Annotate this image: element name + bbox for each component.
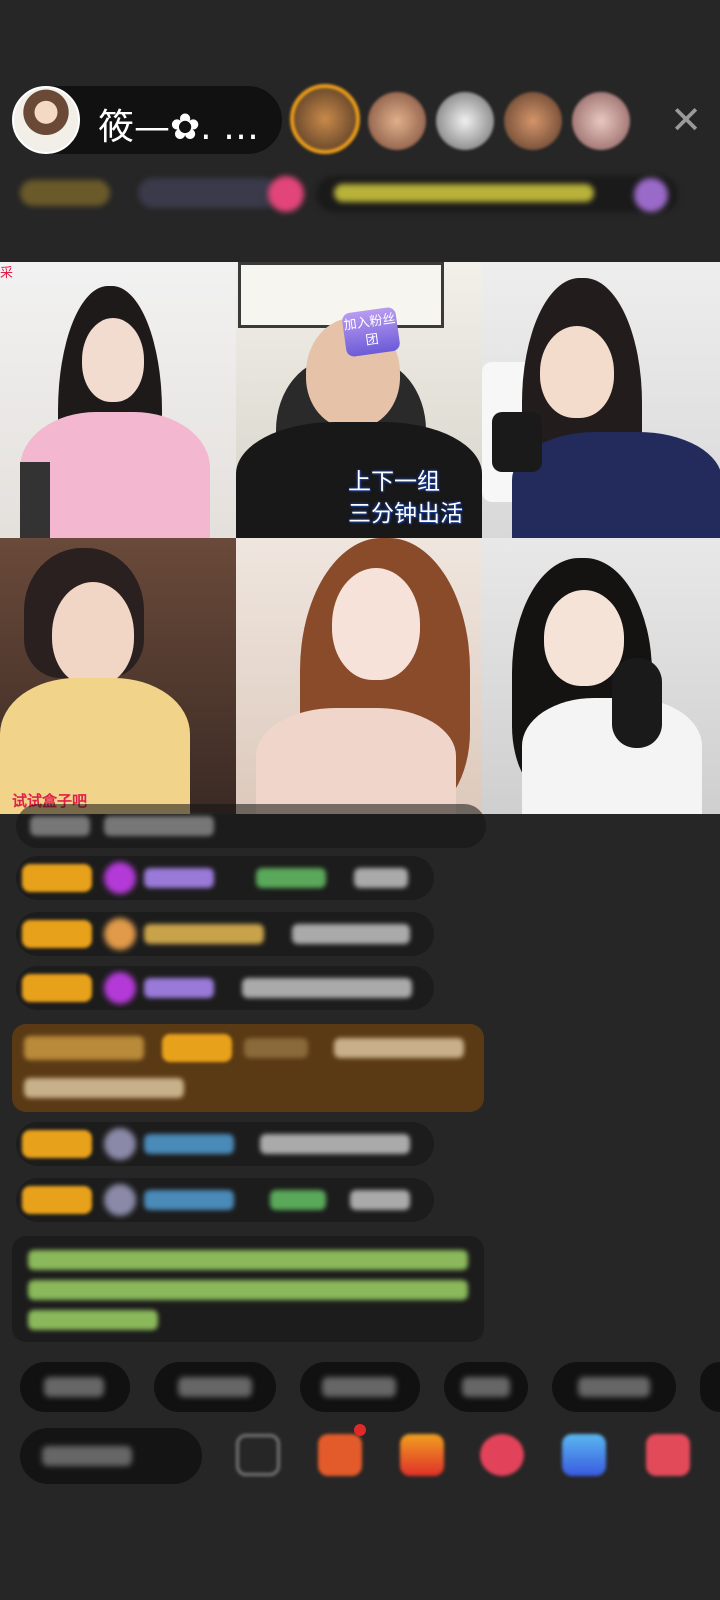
- streamer-face: [544, 590, 624, 686]
- host-name: 筱—✿. …: [98, 107, 260, 148]
- host-info-pill[interactable]: 筱—✿. …: [12, 86, 282, 154]
- streamer-body: [256, 708, 456, 814]
- host-avatar[interactable]: [12, 86, 80, 154]
- chat-text: [260, 1134, 410, 1154]
- gift-message[interactable]: [12, 1024, 484, 1112]
- user-name[interactable]: [244, 1038, 308, 1058]
- corner-label: 采: [0, 266, 14, 281]
- fan-badge[interactable]: [138, 178, 278, 208]
- chip-text: [322, 1377, 396, 1397]
- chat-text: [354, 868, 408, 888]
- user-name[interactable]: [256, 868, 326, 888]
- microphone: [612, 658, 662, 748]
- streamer-body: [512, 432, 720, 538]
- notification-dot: [354, 1424, 366, 1436]
- user-avatar: [104, 1184, 136, 1216]
- chat-message[interactable]: [16, 856, 434, 900]
- video-grid: 采 加入粉丝团 上下一组 三分钟出活 试试盒子吧: [0, 262, 720, 814]
- system-notice: [12, 1236, 484, 1342]
- viewer-avatar[interactable]: [572, 92, 630, 150]
- streamer-face: [82, 318, 144, 402]
- user-name[interactable]: [270, 1190, 326, 1210]
- gift-dot[interactable]: [268, 176, 304, 212]
- chat-message[interactable]: [16, 1122, 434, 1166]
- chat-message[interactable]: [16, 966, 434, 1010]
- heart-icon[interactable]: [480, 1434, 524, 1476]
- video-tile[interactable]: 加入粉丝团 上下一组 三分钟出活: [236, 262, 482, 538]
- close-icon[interactable]: ✕: [666, 100, 706, 140]
- video-tile[interactable]: 采: [0, 262, 236, 538]
- notice-text: [28, 1310, 158, 1330]
- quick-chip[interactable]: [20, 1362, 130, 1412]
- notice-text: [28, 1280, 468, 1300]
- user-avatar: [104, 1128, 136, 1160]
- fan-level-icon: [104, 972, 136, 1004]
- video-tile[interactable]: [236, 538, 482, 814]
- viewer-avatar[interactable]: [504, 92, 562, 150]
- quick-chip[interactable]: [700, 1362, 720, 1412]
- calligraphy-frame: [238, 262, 444, 328]
- chat-text: [350, 1190, 410, 1210]
- chat-text: [30, 816, 90, 836]
- level-badge: [22, 920, 92, 948]
- lucky-bag-icon[interactable]: [400, 1434, 444, 1476]
- quick-chip[interactable]: [300, 1362, 420, 1412]
- fan-level-icon: [104, 862, 136, 894]
- user-name[interactable]: [144, 978, 214, 998]
- input-placeholder: [42, 1446, 132, 1466]
- quick-chip[interactable]: [552, 1362, 676, 1412]
- notice-text: [28, 1250, 468, 1270]
- quick-chip[interactable]: [444, 1362, 528, 1412]
- level-badge: [22, 974, 92, 1002]
- video-tile[interactable]: 试试盒子吧: [0, 538, 236, 814]
- chip-text: [44, 1377, 104, 1397]
- user-name[interactable]: [144, 868, 214, 888]
- fan-level-icon: [104, 918, 136, 950]
- video-tile[interactable]: [482, 538, 720, 814]
- chair: [20, 462, 50, 538]
- user-name[interactable]: [144, 924, 264, 944]
- streamer-face: [540, 326, 614, 418]
- chat-text: [292, 924, 410, 944]
- chat-text: [334, 1038, 464, 1058]
- level-badge: [22, 1130, 92, 1158]
- more-icon[interactable]: [646, 1434, 690, 1476]
- streamer-face: [332, 568, 420, 680]
- chat-message[interactable]: [16, 1178, 434, 1222]
- face-icon[interactable]: [236, 1434, 280, 1476]
- user-name[interactable]: [144, 1190, 234, 1210]
- microphone: [492, 412, 542, 472]
- chip-text: [178, 1377, 252, 1397]
- tag-row[interactable]: [20, 172, 692, 216]
- gift-box-icon[interactable]: [318, 1434, 362, 1476]
- chip-text: [578, 1377, 650, 1397]
- caption-line: 上下一组: [348, 469, 440, 495]
- chat-message[interactable]: [16, 912, 434, 956]
- streamer-face: [52, 582, 134, 686]
- level-badge: [22, 864, 92, 892]
- fan-club-badge[interactable]: 加入粉丝团: [341, 306, 401, 358]
- quick-chip[interactable]: [154, 1362, 276, 1412]
- chat-input[interactable]: [20, 1428, 202, 1484]
- message-icon[interactable]: [562, 1434, 606, 1476]
- level-badge: [20, 180, 110, 206]
- viewer-avatar[interactable]: [290, 84, 360, 154]
- viewer-avatar[interactable]: [436, 92, 494, 150]
- chip-text: [462, 1377, 510, 1397]
- user-name[interactable]: [144, 1134, 234, 1154]
- rank-avatar: [634, 178, 668, 212]
- chat-text: [242, 978, 412, 998]
- viewer-avatar[interactable]: [368, 92, 426, 150]
- level-badge: [22, 1186, 92, 1214]
- chat-text: [104, 816, 214, 836]
- rank-text: [334, 184, 594, 202]
- video-tile[interactable]: [482, 262, 720, 538]
- gift-banner: [24, 1036, 144, 1060]
- chat-text: [24, 1078, 184, 1098]
- chat-message[interactable]: [16, 804, 486, 848]
- caption-line: 三分钟出活: [348, 501, 463, 527]
- level-badge: [162, 1034, 232, 1062]
